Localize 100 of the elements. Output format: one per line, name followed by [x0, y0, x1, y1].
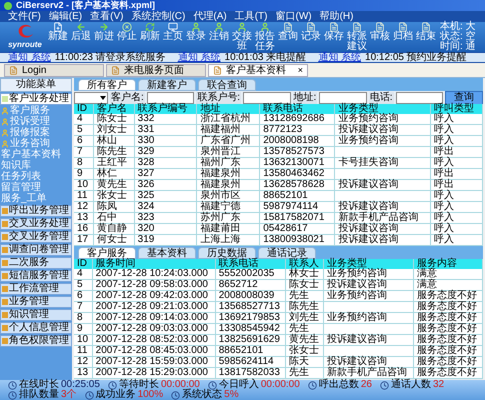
- toolbar-button[interactable]: 转派建议: [346, 22, 368, 52]
- toolbar-button[interactable]: 前进: [93, 22, 115, 42]
- column-header: 联系电话: [260, 104, 335, 114]
- sidebar-section[interactable]: 二次服务: [0, 257, 72, 269]
- column-header: 服务时间: [92, 259, 216, 269]
- document-tab[interactable]: 客户基本资料 ×: [208, 64, 308, 77]
- sidebar-section[interactable]: 交叉业务处理: [0, 218, 72, 230]
- sidebar-section[interactable]: 短信服务管理: [0, 270, 72, 282]
- input-field[interactable]: [319, 92, 367, 104]
- tab[interactable]: 联合查询: [198, 79, 256, 91]
- document-tab[interactable]: Login: [4, 64, 104, 77]
- menu-item[interactable]: 代理(A): [193, 11, 227, 22]
- table-cell: 新款手机产品咨询: [334, 212, 431, 224]
- table-cell: 13578527573: [260, 146, 335, 158]
- toolbar-button[interactable]: 结束: [415, 22, 437, 42]
- table-cell: 刘先生: [286, 312, 324, 324]
- clock-icon: [380, 380, 389, 390]
- sidebar-section[interactable]: 客户业务处理: [0, 93, 72, 105]
- input-field[interactable]: [146, 92, 194, 104]
- table-cell: 福建宁德: [196, 202, 260, 212]
- status-label: 排队数量: [19, 390, 59, 400]
- toolbar-button[interactable]: 报告任务: [254, 22, 276, 52]
- table-cell: 服务态度不好: [413, 290, 482, 302]
- table-cell: 13580463462: [260, 168, 335, 180]
- toolbar-button[interactable]: 刷新: [139, 22, 161, 42]
- table-cell: 5: [74, 280, 92, 290]
- table-cell: 325: [134, 190, 197, 202]
- toolbar-button[interactable]: 主页: [162, 22, 184, 42]
- sidebar-section[interactable]: 个人信息管理: [0, 322, 72, 334]
- column-header: 客户名: [93, 104, 134, 114]
- sidebar-section[interactable]: 工作流管理: [0, 283, 72, 295]
- table-cell: 浙江省杭州: [196, 114, 260, 124]
- toolbar-button[interactable]: 后退: [70, 22, 92, 42]
- table-cell: 呼出: [430, 180, 482, 190]
- table-cell: 业务预约咨询: [324, 269, 414, 280]
- tab[interactable]: 客户服务: [78, 247, 136, 259]
- table-cell: 13692179853: [215, 312, 286, 324]
- table-cell: 投诉建议咨询: [334, 124, 431, 136]
- monitor-icon: [168, 22, 178, 32]
- table-cell: 服务态度不好: [413, 346, 482, 356]
- toolbar-button[interactable]: 记录: [300, 22, 322, 42]
- menu-item[interactable]: 工具(T): [234, 11, 268, 22]
- toolbar-button[interactable]: 保存: [323, 22, 345, 42]
- table-cell: 林女士: [286, 269, 324, 280]
- input-field[interactable]: [243, 92, 290, 104]
- tab[interactable]: 通话记录: [258, 247, 316, 259]
- sidebar-section[interactable]: 业务管理: [0, 296, 72, 308]
- table-cell: 服务态度不好: [413, 356, 482, 368]
- sidebar-section[interactable]: 知识管理: [0, 309, 72, 321]
- status-label: 呼出总数: [318, 380, 359, 390]
- dropdown[interactable]: [74, 92, 108, 104]
- menu-item[interactable]: 系统控制(C): [131, 11, 186, 22]
- table-cell: 呼入: [430, 124, 482, 136]
- table-cell: 13308545942: [215, 324, 286, 334]
- toolbar-button[interactable]: 归档: [392, 22, 414, 42]
- notice-link[interactable]: 通知 系统: [318, 52, 362, 63]
- sidebar-section[interactable]: 调查问卷管理: [0, 244, 72, 256]
- table-cell: 投诉建议咨询: [334, 224, 431, 234]
- toolbar-button[interactable]: 交接班: [231, 22, 253, 52]
- clock-icon: [208, 380, 217, 390]
- menu-item[interactable]: 文件(F): [8, 11, 41, 22]
- close-icon[interactable]: ×: [298, 64, 303, 77]
- sidebar-section[interactable]: 交叉业务管理: [0, 231, 72, 243]
- toolbar-button[interactable]: 新建: [47, 22, 69, 42]
- document-tab[interactable]: 来电服务页面: [106, 64, 206, 77]
- table-cell: 05428617: [260, 224, 335, 234]
- menu-item[interactable]: 窗口(W): [275, 11, 312, 22]
- notice-link[interactable]: 通知 系统: [178, 52, 221, 63]
- stop-icon: [122, 22, 132, 32]
- table-cell: 88652101: [215, 346, 286, 356]
- sidebar-section[interactable]: 角色权限管理: [0, 335, 72, 347]
- menu-item[interactable]: 编辑(E): [48, 11, 82, 22]
- toolbar-button[interactable]: 注销: [208, 22, 230, 42]
- tab[interactable]: 历史数据: [198, 247, 256, 259]
- menu-item[interactable]: 查看(V): [90, 11, 124, 22]
- table-cell: 2008008198: [260, 136, 335, 146]
- toolbar-button[interactable]: 查询: [277, 22, 299, 42]
- toolbar-button[interactable]: 登录: [185, 22, 207, 42]
- sidebar-section[interactable]: 呼出业务管理: [0, 205, 72, 217]
- input-field[interactable]: [396, 92, 443, 104]
- table-cell: 呼入: [430, 114, 482, 124]
- toolbar-button[interactable]: 审核: [369, 22, 391, 42]
- notice-link[interactable]: 通知 系统: [8, 52, 51, 63]
- table-cell: 服务态度不好: [413, 302, 482, 312]
- menu-item[interactable]: 帮助(H): [320, 11, 354, 22]
- table-cell: 332: [134, 114, 197, 124]
- toolbar-button[interactable]: 停止: [116, 22, 138, 42]
- table-cell: 林仁: [93, 168, 134, 180]
- table-cell: 13568527713: [215, 302, 286, 312]
- tab[interactable]: 基本资料: [138, 247, 196, 259]
- table-cell: 326: [134, 180, 197, 190]
- table-cell: 2007-12-28 08:45:03.000: [92, 346, 216, 356]
- table-cell: 福建莆田: [196, 224, 260, 234]
- tab[interactable]: 所有客户: [78, 79, 136, 91]
- table-cell: 投诉建议咨询: [324, 334, 414, 346]
- table-cell: 13825691629: [215, 334, 286, 346]
- table-cell: 328: [134, 158, 197, 168]
- status-value: 3个: [61, 390, 77, 400]
- tab[interactable]: 新建客户: [138, 79, 196, 91]
- table-cell: 9: [74, 324, 92, 334]
